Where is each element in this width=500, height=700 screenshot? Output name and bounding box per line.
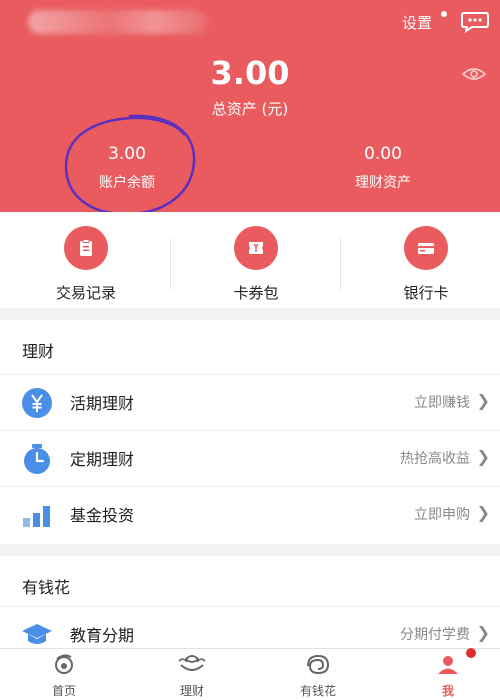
eye-icon[interactable] [461,66,487,86]
nav-label: 我 [441,684,454,698]
wealth-section: 理财 活期理财 立即赚钱 ❯ 定期理财 热抢高收益 ❯ 基金投资 立即申购 ❯ [0,320,500,544]
settings-button[interactable]: 设置 [402,12,432,33]
divider [170,238,171,290]
spend-section: 有钱花 教育分期 分期付学费 ❯ [0,556,500,648]
notification-badge [466,648,476,658]
chevron-right-icon: ❯ [476,503,490,522]
list-item-demand-wealth[interactable]: 活期理财 立即赚钱 ❯ [0,374,500,430]
wealth-assets-value: 0.00 [364,144,402,164]
me-icon [438,656,458,674]
transaction-records-button[interactable]: 交易记录 [26,226,146,303]
chevron-right-icon: ❯ [476,447,490,466]
bank-card-button[interactable]: 银行卡 [366,226,486,303]
nav-me[interactable]: 我 [408,653,488,699]
wealth-assets-label: 理财资产 [355,175,411,191]
spend-section-title: 有钱花 [22,578,71,597]
timer-icon [24,444,50,474]
chevron-right-icon: ❯ [476,391,490,410]
list-item-label: 定期理财 [70,450,135,469]
ticket-icon [234,226,278,270]
blurred-username [28,10,208,34]
divider [340,238,341,290]
transaction-records-label: 交易记录 [55,284,116,302]
bottom-nav: 首页 理财 有钱花 我 [0,648,500,700]
assets-header: 设置 3.00 总资产 (元) 3.00 账户余额 0.00 理财资产 [0,0,500,216]
wealth-icon [178,655,206,671]
list-item-hint: 热抢高收益 [400,451,470,467]
list-item-hint: 立即赚钱 [414,395,470,411]
nav-wealth[interactable]: 理财 [152,653,232,699]
list-item-label: 活期理财 [70,394,135,413]
chevron-right-icon: ❯ [476,623,490,642]
nav-label: 首页 [51,684,76,698]
home-icon [55,654,73,674]
handdrawn-circle-annotation [64,114,196,216]
wealth-assets[interactable]: 0.00 理财资产 [318,144,448,192]
coupons-label: 卡券包 [233,284,279,302]
list-item-hint: 立即申购 [414,507,470,523]
list-item-fixed-wealth[interactable]: 定期理财 热抢高收益 ❯ [0,430,500,486]
nav-label: 有钱花 [299,684,336,698]
list-item-hint: 分期付学费 [400,627,470,643]
list-item-label: 基金投资 [70,506,135,525]
nav-spend[interactable]: 有钱花 [278,653,358,699]
graduation-cap-icon [22,624,52,644]
total-assets-value: 3.00 [210,54,290,92]
list-item-label: 教育分期 [70,626,135,645]
nav-label: 理财 [179,684,204,698]
wealth-section-title: 理财 [22,342,55,361]
coupons-button[interactable]: 卡券包 [196,226,316,303]
quick-actions: 交易记录 卡券包 银行卡 [0,212,500,308]
chat-icon[interactable] [460,10,490,38]
wallet-page: 设置 3.00 总资产 (元) 3.00 账户余额 0.00 理财资产 交易记录… [0,0,500,700]
yen-coin-icon [22,388,52,418]
spend-icon [307,654,330,675]
settings-notification-dot [441,11,447,17]
bar-chart-icon [23,506,50,527]
bank-card-label: 银行卡 [403,284,449,302]
nav-home[interactable]: 首页 [24,653,104,699]
list-item-fund-investment[interactable]: 基金投资 立即申购 ❯ [0,486,500,542]
card-icon [404,226,448,270]
clipboard-icon [64,226,108,270]
